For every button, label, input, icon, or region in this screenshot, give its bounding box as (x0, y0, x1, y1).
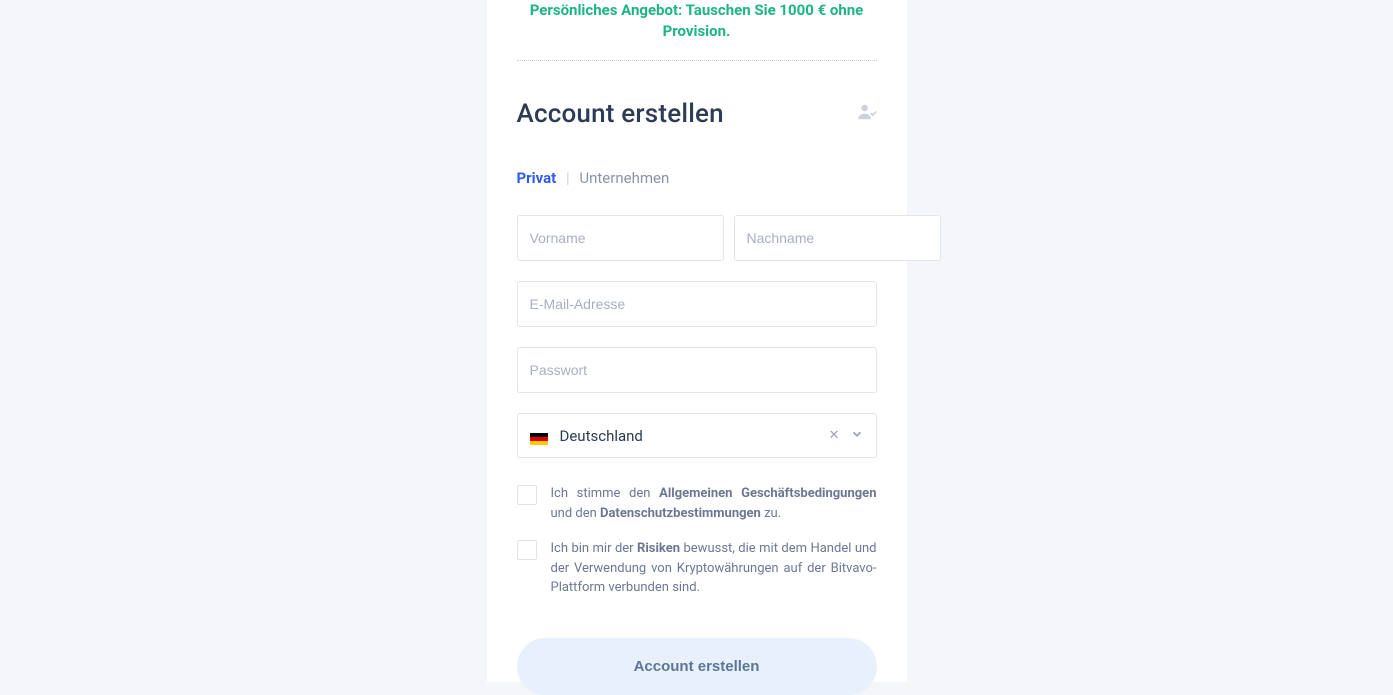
submit-button[interactable]: Account erstellen (517, 638, 877, 695)
tab-business[interactable]: Unternehmen (579, 169, 669, 187)
signup-card: Persönliches Angebot: Tauschen Sie 1000 … (487, 0, 907, 682)
user-check-icon (857, 104, 877, 124)
tab-private[interactable]: Privat (517, 169, 557, 187)
terms-consent-row: Ich stimme den Allgemeinen Geschäftsbedi… (517, 484, 877, 523)
name-row (517, 215, 877, 261)
risk-consent-row: Ich bin mir der Risiken bewusst, die mit… (517, 539, 877, 598)
title-row: Account erstellen (517, 99, 877, 129)
first-name-input[interactable] (517, 215, 724, 261)
terms-checkbox[interactable] (517, 485, 537, 505)
select-controls: ✕ (829, 426, 864, 445)
account-type-tabs: Privat | Unternehmen (517, 169, 877, 187)
risks-link[interactable]: Risiken (637, 541, 680, 556)
tab-separator: | (566, 169, 570, 187)
promo-banner: Persönliches Angebot: Tauschen Sie 1000 … (517, 0, 877, 60)
risk-text: Ich bin mir der Risiken bewusst, die mit… (551, 539, 877, 598)
country-label: Deutschland (560, 427, 829, 445)
country-select[interactable]: Deutschland ✕ (517, 413, 877, 458)
flag-germany-icon (530, 430, 548, 442)
password-row (517, 347, 877, 393)
page-title: Account erstellen (517, 99, 724, 129)
last-name-input[interactable] (734, 215, 941, 261)
chevron-down-icon[interactable] (850, 426, 864, 445)
terms-text: Ich stimme den Allgemeinen Geschäftsbedi… (551, 484, 877, 523)
password-input[interactable] (517, 347, 877, 393)
divider (517, 60, 877, 61)
clear-icon[interactable]: ✕ (829, 428, 840, 443)
risk-checkbox[interactable] (517, 540, 537, 560)
privacy-link[interactable]: Datenschutzbestimmungen (600, 506, 761, 521)
email-row (517, 281, 877, 327)
email-input[interactable] (517, 281, 877, 327)
terms-link[interactable]: Allgemeinen Geschäftsbedingungen (659, 486, 876, 501)
